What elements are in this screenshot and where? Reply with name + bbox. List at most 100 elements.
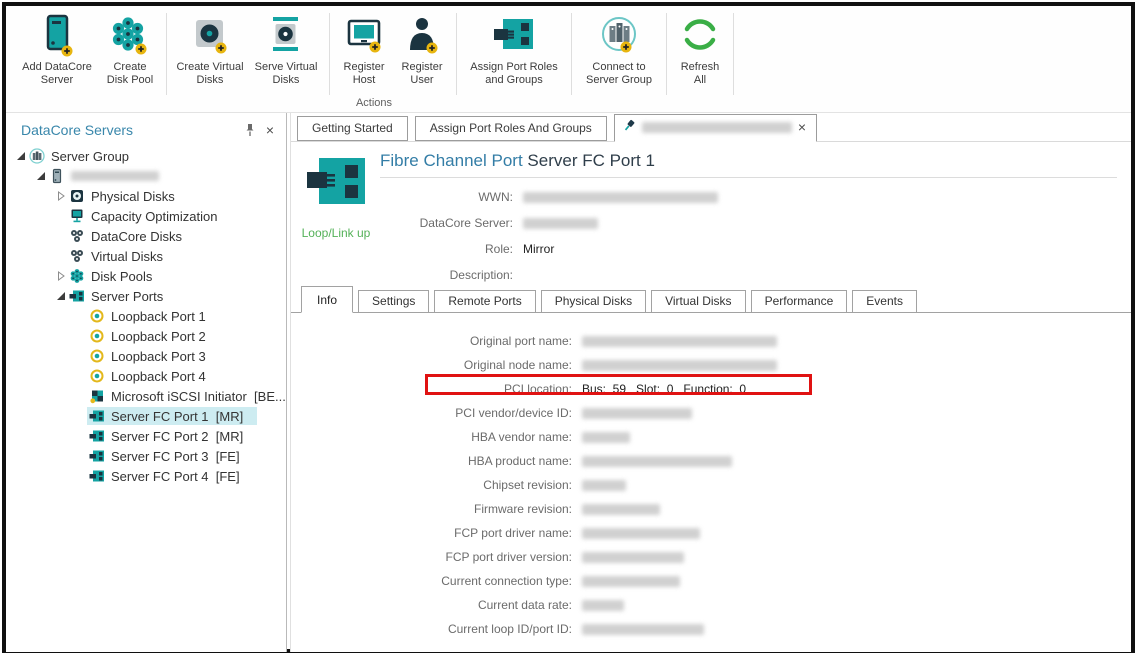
close-tab-icon[interactable]: × (798, 120, 806, 134)
register-host-button[interactable]: Register Host (335, 13, 393, 88)
info-row-chipset-revision: Chipset revision: (291, 473, 1131, 497)
ribbon-groups: Add DataCore Server (10, 13, 1131, 95)
pin-panel-icon[interactable] (244, 123, 256, 137)
ribbon-group-caption: Actions (356, 97, 392, 109)
ribbon-group-1: Add DataCore Server (10, 13, 167, 95)
redacted-value (582, 408, 692, 419)
redacted-value (582, 528, 700, 539)
add-datacore-server-button[interactable]: Add DataCore Server (15, 13, 99, 88)
field-row-datacore-server: DataCore Server: (291, 210, 1121, 236)
tree-item-server-fc-port-1[interactable]: Server FC Port 1 [MR] (74, 406, 257, 426)
info-label: Current loop ID/port ID: (291, 622, 572, 636)
redacted-value (523, 218, 598, 229)
tree-item-physical-disks[interactable]: Physical Disks (54, 186, 189, 206)
create-disk-pool-button[interactable]: Create Disk Pool (99, 13, 161, 88)
refresh-all-button[interactable]: Refresh All (672, 13, 728, 88)
tree-item-server-fc-port-2[interactable]: Server FC Port 2 [MR] (74, 426, 257, 446)
tree-item-label: Microsoft iSCSI Initiator [BE... (111, 389, 286, 404)
tree-item-datacore-disks[interactable]: DataCore Disks (54, 226, 196, 246)
expander-expanded-icon[interactable] (54, 291, 67, 301)
ribbon-group-6: Refresh All (667, 13, 734, 95)
server-tree: Server Group (6, 142, 286, 486)
loopback-port-icon (89, 348, 105, 364)
tree-item-loopback-port-1[interactable]: Loopback Port 1 (74, 306, 220, 326)
field-value: Mirror (523, 242, 1121, 256)
serve-virtual-disks-icon (264, 14, 308, 58)
redacted-value (582, 600, 624, 611)
expander-collapsed-icon[interactable] (54, 191, 67, 201)
tab-remote-ports[interactable]: Remote Ports (434, 290, 535, 313)
info-label: PCI vendor/device ID: (291, 406, 572, 420)
tab-assign-port-roles[interactable]: Assign Port Roles And Groups (415, 116, 607, 141)
tree-item-server-group[interactable]: Server Group (14, 146, 143, 166)
expander-collapsed-icon[interactable] (54, 271, 67, 281)
content-pane: Getting Started Assign Port Roles And Gr… (290, 113, 1131, 652)
port-header: Loop/Link up Fibre Channel Port Server F… (291, 142, 1131, 286)
fc-port-icon (89, 408, 105, 424)
redacted-value (582, 552, 684, 563)
tab-info[interactable]: Info (301, 286, 353, 313)
assign-port-roles-button[interactable]: Assign Port Roles and Groups (462, 13, 566, 88)
tree-item-loopback-port-4[interactable]: Loopback Port 4 (74, 366, 220, 386)
info-label: FCP port driver name: (291, 526, 572, 540)
tab-performance[interactable]: Performance (751, 290, 848, 313)
loopback-port-icon (89, 368, 105, 384)
info-label: FCP port driver version: (291, 550, 572, 564)
redacted-tab-title (642, 122, 792, 133)
tree-item-label: Server Ports (91, 289, 163, 304)
tree-item-loopback-port-3[interactable]: Loopback Port 3 (74, 346, 220, 366)
tree-item-label: Loopback Port 2 (111, 329, 206, 344)
server-ports-icon (69, 288, 85, 304)
field-row-description: Description: (291, 262, 1121, 288)
tab-label: Assign Port Roles And Groups (430, 121, 592, 135)
tab-virtual-disks[interactable]: Virtual Disks (651, 290, 745, 313)
toolbar-button-label: Serve Virtual Disks (251, 61, 321, 87)
tree-item-iscsi-initiator[interactable]: Microsoft iSCSI Initiator [BE... (74, 386, 300, 406)
info-row-hba-product-name: HBA product name: (291, 449, 1131, 473)
connect-server-group-button[interactable]: Connect to Server Group (577, 13, 661, 88)
assign-port-roles-icon (492, 14, 536, 58)
pin-tab-icon[interactable] (623, 119, 636, 135)
tree-item-capacity-optimization[interactable]: Capacity Optimization (54, 206, 231, 226)
tree-item-label: Server Group (51, 149, 129, 164)
tab-events[interactable]: Events (852, 290, 917, 313)
tree-item-virtual-disks[interactable]: Virtual Disks (54, 246, 177, 266)
tree-item-server-fc-port-3[interactable]: Server FC Port 3 [FE] (74, 446, 254, 466)
info-row-pci-vendor-device-id: PCI vendor/device ID: (291, 401, 1131, 425)
create-virtual-disks-button[interactable]: Create Virtual Disks (172, 13, 248, 88)
register-user-button[interactable]: Register User (393, 13, 451, 88)
toolbar-button-label: Add DataCore Server (18, 61, 96, 87)
tab-settings[interactable]: Settings (358, 290, 429, 313)
redacted-value (582, 336, 777, 347)
detail-tabs: Info Settings Remote Ports Physical Disk… (291, 286, 1131, 313)
tab-physical-disks[interactable]: Physical Disks (541, 290, 646, 313)
virtual-disks-icon (69, 248, 85, 264)
tab-getting-started[interactable]: Getting Started (297, 116, 408, 141)
datacore-servers-panel: DataCore Servers × (6, 113, 287, 652)
close-panel-icon[interactable]: × (266, 123, 274, 137)
capacity-optimization-icon (69, 208, 85, 224)
page-title-kind: Fibre Channel Port (380, 151, 527, 170)
redacted-value (582, 480, 626, 491)
tree-item-label: Loopback Port 1 (111, 309, 206, 324)
serve-virtual-disks-button[interactable]: Serve Virtual Disks (248, 13, 324, 88)
info-row-pci-location: PCI location: Bus: 59 Slot: 0 Function: … (291, 377, 1131, 401)
expander-expanded-icon[interactable] (34, 171, 47, 181)
document-tabs: Getting Started Assign Port Roles And Gr… (291, 113, 1131, 142)
server-group-icon (29, 148, 45, 164)
tree-item-label: Virtual Disks (91, 249, 163, 264)
expander-expanded-icon[interactable] (14, 151, 27, 161)
tree-item-server-ports[interactable]: Server Ports (54, 286, 177, 306)
info-panel: Original port name: Original node name: … (291, 313, 1131, 641)
info-row-current-data-rate: Current data rate: (291, 593, 1131, 617)
tab-server-fc-port-active[interactable]: × (614, 114, 817, 142)
tree-item-loopback-port-2[interactable]: Loopback Port 2 (74, 326, 220, 346)
disk-pools-icon (69, 268, 85, 284)
physical-disks-icon (69, 188, 85, 204)
pci-location-value: Bus: 59 Slot: 0 Function: 0 (582, 382, 1131, 396)
fc-port-icon (89, 428, 105, 444)
tree-item-server-fc-port-4[interactable]: Server FC Port 4 [FE] (74, 466, 254, 486)
redacted-value (582, 504, 660, 515)
tree-item-server[interactable] (34, 166, 173, 186)
tree-item-disk-pools[interactable]: Disk Pools (54, 266, 166, 286)
